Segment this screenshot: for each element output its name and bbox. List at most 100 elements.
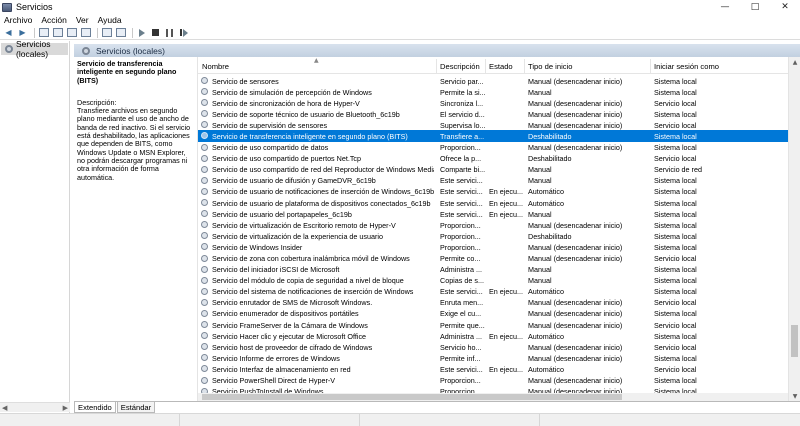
table-row[interactable]: Servicio de usuario de difusión y GameDV…	[198, 175, 788, 186]
column-divider[interactable]	[485, 59, 486, 73]
table-row[interactable]: Servicio de usuario de notificaciones de…	[198, 186, 788, 197]
horizontal-scrollbar[interactable]	[198, 393, 788, 401]
stop-service-icon[interactable]	[150, 27, 161, 38]
tree-item-label: Servicios (locales)	[16, 39, 51, 59]
show-hide-icon[interactable]	[115, 27, 126, 38]
scroll-right-icon[interactable]: ▶	[63, 404, 68, 412]
column-header-estado[interactable]: Estado	[489, 62, 513, 71]
toolbar: ◀ ▶	[0, 26, 800, 40]
service-gear-icon	[201, 77, 208, 84]
service-gear-icon	[201, 309, 208, 317]
tree-horizontal-scrollbar[interactable]: ◀ ▶	[0, 402, 70, 412]
export-list-icon[interactable]	[66, 27, 77, 38]
table-row[interactable]: Servicio de sincronización de hora de Hy…	[198, 97, 788, 108]
table-row[interactable]: Servicio del sistema de notificaciones d…	[198, 286, 788, 297]
service-name-cell: Servicio de supervisión de sensores	[212, 120, 328, 130]
properties-icon[interactable]	[52, 27, 63, 38]
table-row[interactable]: Servicio del módulo de copia de segurida…	[198, 275, 788, 286]
tree-item-servicios-locales[interactable]: Servicios (locales)	[1, 39, 68, 59]
scroll-down-icon[interactable]: ▼	[789, 391, 800, 401]
table-row[interactable]: Servicio de zona con cobertura inalámbri…	[198, 253, 788, 264]
table-row[interactable]: Servicio Hacer clic y ejecutar de Micros…	[198, 330, 788, 341]
service-logon-cell: Servicio local	[654, 154, 697, 164]
service-gear-icon	[201, 176, 208, 184]
list-header: ▲ Nombre Descripción Estado Tipo de inic…	[198, 57, 788, 74]
column-divider[interactable]	[436, 59, 437, 73]
horizontal-scrollbar-thumb[interactable]	[202, 394, 622, 400]
menu-ayuda[interactable]: Ayuda	[98, 15, 122, 25]
service-status-cell: En ejecu...	[489, 287, 523, 297]
help-icon[interactable]	[101, 27, 112, 38]
table-row[interactable]: Servicio de supervisión de sensores Super…	[198, 119, 788, 130]
service-desc-cell: Proporcion...	[440, 143, 481, 153]
table-row[interactable]: Servicio enumerador de dispositivos port…	[198, 308, 788, 319]
table-row[interactable]: Servicio de transferencia inteligente en…	[198, 130, 788, 142]
refresh-icon[interactable]	[80, 27, 91, 38]
table-row[interactable]: Servicio de simulación de percepción de …	[198, 86, 788, 97]
service-start-cell: Manual	[528, 176, 552, 186]
table-row[interactable]: Servicio de uso compartido de puertos Ne…	[198, 153, 788, 164]
table-row[interactable]: Servicio Interfaz de almacenamiento en r…	[198, 363, 788, 374]
service-logon-cell: Sistema local	[654, 109, 697, 119]
column-header-iniciar-sesion[interactable]: Iniciar sesión como	[654, 62, 719, 71]
service-gear-icon	[201, 132, 208, 140]
scroll-up-icon[interactable]: ▲	[789, 57, 800, 67]
table-row[interactable]: Servicio de virtualización de la experie…	[198, 230, 788, 241]
table-row[interactable]: Servicio de uso compartido de datos Propo…	[198, 142, 788, 153]
close-button[interactable]: ✕	[770, 0, 800, 14]
restart-service-icon[interactable]	[178, 27, 189, 38]
tab-extendido[interactable]: Extendido	[74, 402, 116, 413]
service-name-cell: Servicio de transferencia inteligente en…	[212, 131, 408, 141]
column-header-tipo-inicio[interactable]: Tipo de inicio	[528, 62, 572, 71]
service-name-cell: Servicio FrameServer de la Cámara de Win…	[212, 320, 368, 330]
window-title: Servicios	[16, 2, 53, 12]
start-service-icon[interactable]	[136, 27, 147, 38]
service-gear-icon	[201, 376, 208, 384]
column-divider[interactable]	[524, 59, 525, 73]
service-name-cell: Servicio Interfaz de almacenamiento en r…	[212, 364, 351, 374]
service-start-cell: Automático	[528, 331, 564, 341]
maximize-button[interactable]: □	[740, 0, 770, 14]
service-desc-cell: Comparte bi...	[440, 165, 486, 175]
selected-service-title: Servicio de transferencia inteligente en…	[77, 59, 177, 85]
table-row[interactable]: Servicio enrutador de SMS de Microsoft W…	[198, 297, 788, 308]
table-row[interactable]: Servicio del iniciador iSCSI de Microsof…	[198, 264, 788, 275]
pause-service-icon[interactable]	[164, 27, 175, 38]
column-divider[interactable]	[650, 59, 651, 73]
service-logon-cell: Sistema local	[654, 209, 697, 219]
tab-estandar[interactable]: Estándar	[116, 402, 156, 413]
service-status-cell: En ejecu...	[489, 364, 523, 374]
table-row[interactable]: Servicio de soporte técnico de usuario d…	[198, 108, 788, 119]
table-row[interactable]: Servicio host de proveedor de cifrado de…	[198, 341, 788, 352]
back-arrow-icon[interactable]: ◀	[3, 27, 14, 38]
service-gear-icon	[201, 243, 208, 251]
minimize-button[interactable]: —	[710, 0, 740, 14]
service-desc-cell: Permite co...	[440, 254, 481, 263]
table-row[interactable]: Servicio Informe de errores de Windows Pe…	[198, 352, 788, 363]
table-row[interactable]: Servicio de usuario del portapapeles_6c1…	[198, 208, 788, 219]
column-header-nombre[interactable]: Nombre	[202, 62, 229, 71]
service-name-cell: Servicio enrutador de SMS de Microsoft W…	[212, 298, 373, 308]
service-name-cell: Servicio enumerador de dispositivos port…	[212, 309, 359, 319]
table-row[interactable]: Servicio PowerShell Direct de Hyper-V Pro…	[198, 375, 788, 386]
table-row[interactable]: Servicio de usuario de plataforma de dis…	[198, 197, 788, 208]
table-row[interactable]: Servicio de virtualización de Escritorio…	[198, 219, 788, 230]
service-gear-icon	[201, 332, 208, 340]
scrollbar-thumb[interactable]	[791, 325, 798, 357]
service-start-cell: Manual (desencadenar inicio)	[528, 320, 623, 330]
console-tree-icon[interactable]	[38, 27, 49, 38]
column-header-descripcion[interactable]: Descripción	[440, 62, 480, 71]
forward-arrow-icon[interactable]: ▶	[17, 27, 28, 38]
menu-accion[interactable]: Acción	[41, 15, 67, 25]
table-row[interactable]: Servicio de Windows Insider Proporcion...…	[198, 241, 788, 252]
menu-ver[interactable]: Ver	[76, 15, 89, 25]
vertical-scrollbar[interactable]: ▲ ▼	[788, 57, 800, 401]
service-gear-icon	[201, 354, 208, 362]
table-row[interactable]: Servicio FrameServer de la Cámara de Win…	[198, 319, 788, 330]
service-logon-cell: Servicio local	[654, 298, 697, 308]
menu-archivo[interactable]: Archivo	[4, 15, 32, 25]
table-row[interactable]: Servicio de uso compartido de red del Re…	[198, 164, 788, 175]
service-logon-cell: Sistema local	[654, 309, 697, 319]
scroll-left-icon[interactable]: ◀	[2, 404, 7, 412]
table-row[interactable]: Servicio de sensores Servicio par... Manua…	[198, 75, 788, 86]
